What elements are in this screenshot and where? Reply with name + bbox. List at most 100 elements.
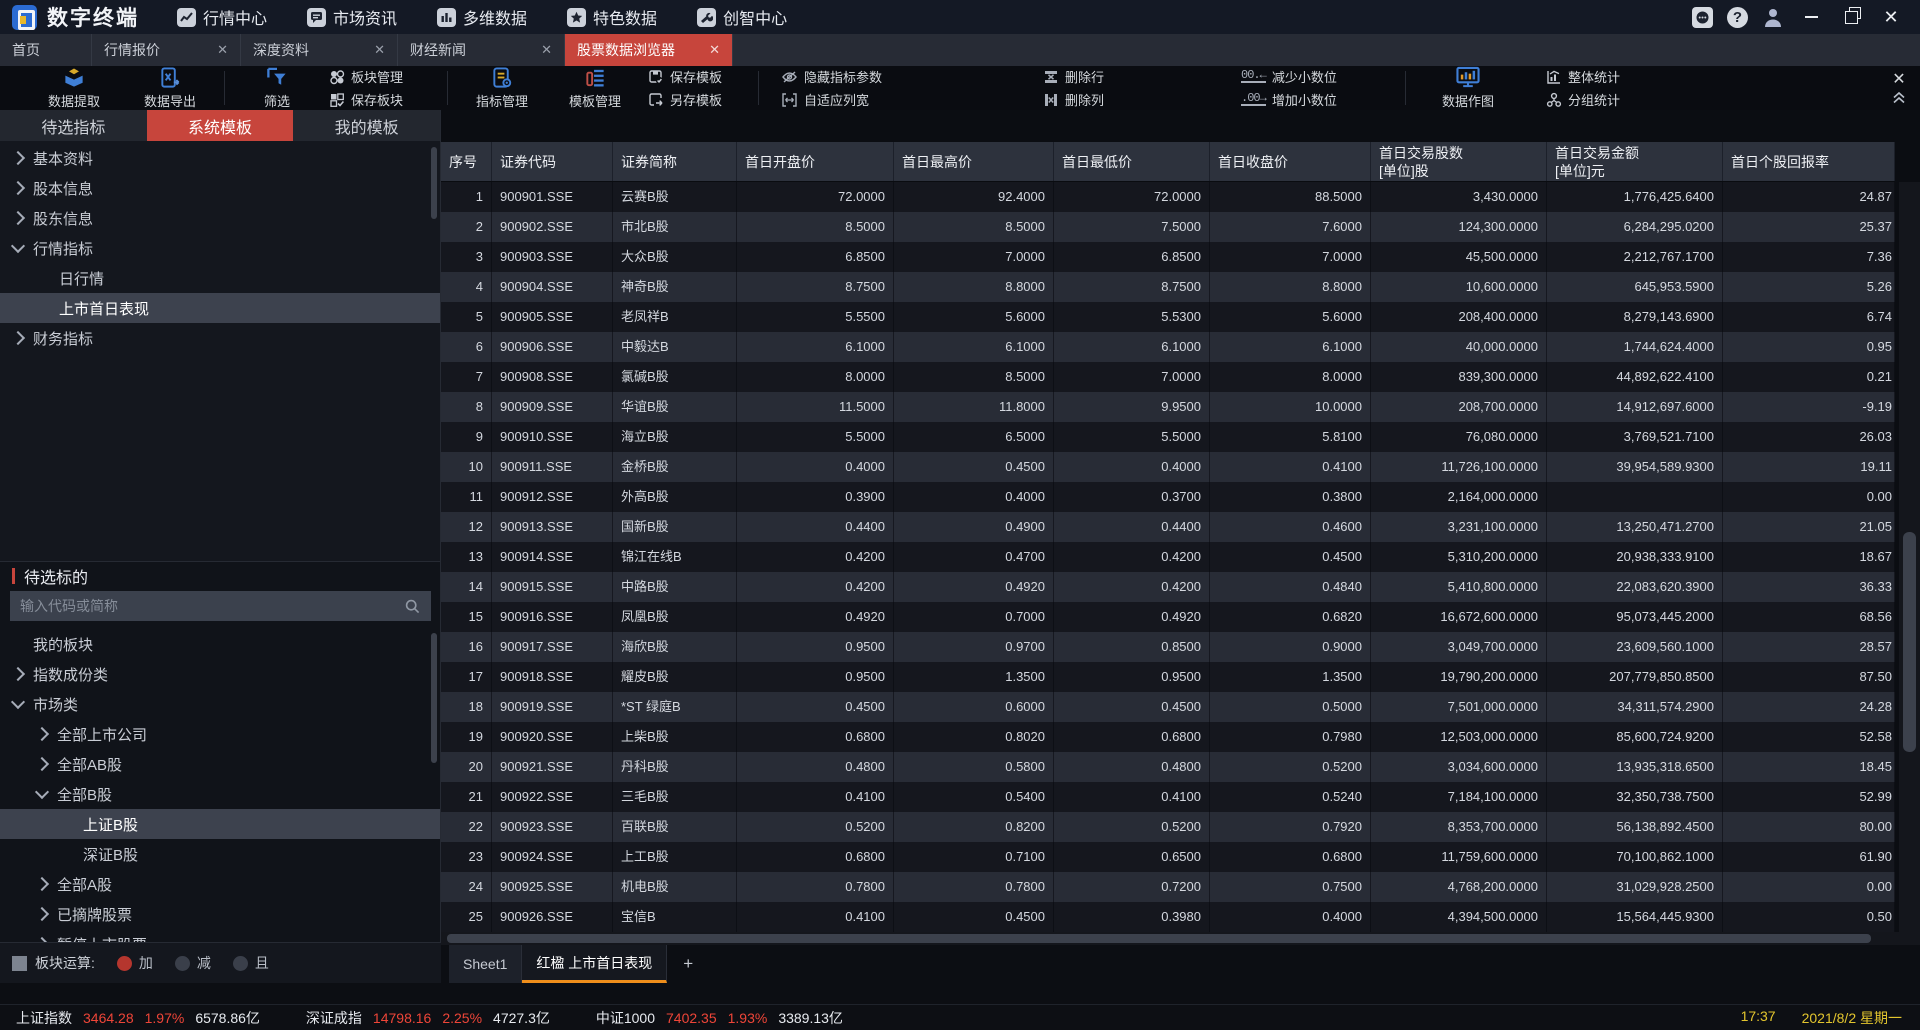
tree-item-shareholders[interactable]: 股东信息 bbox=[0, 203, 440, 233]
tree-item-basic-info[interactable]: 基本资料 bbox=[0, 143, 440, 173]
col-header-volume[interactable]: 首日交易股数[单位]股 bbox=[1371, 142, 1547, 181]
col-header-low[interactable]: 首日最低价 bbox=[1054, 142, 1210, 181]
user-icon[interactable] bbox=[1762, 6, 1784, 28]
vertical-scrollbar[interactable] bbox=[1899, 182, 1920, 932]
menu-special-data[interactable]: 特色数据 bbox=[567, 5, 657, 29]
minimize-button[interactable] bbox=[1798, 6, 1824, 28]
restore-button[interactable] bbox=[1838, 6, 1864, 28]
tree-item-my-sectors[interactable]: 我的板块 bbox=[0, 629, 440, 659]
hide-params-button[interactable]: 隐藏指标参数 bbox=[781, 67, 911, 86]
tree-item-index-constituents[interactable]: 指数成份类 bbox=[0, 659, 440, 689]
data-export-button[interactable]: 数据导出 bbox=[122, 66, 218, 110]
sector-manage-button[interactable]: 板块管理 bbox=[329, 67, 441, 86]
horizontal-scrollbar-thumb[interactable] bbox=[447, 934, 1871, 943]
table-row[interactable]: 22 900923.SSE 百联B股 0.5200 0.8200 0.5200 … bbox=[441, 812, 1895, 842]
tree-item-sse-b-shares[interactable]: 上证B股 bbox=[0, 809, 440, 839]
table-row[interactable]: 8 900909.SSE 华谊B股 11.5000 11.8000 9.9500… bbox=[441, 392, 1895, 422]
table-row[interactable]: 25 900926.SSE 宝信B 0.4100 0.4500 0.3980 0… bbox=[441, 902, 1895, 932]
table-row[interactable]: 10 900911.SSE 金桥B股 0.4000 0.4500 0.4000 … bbox=[441, 452, 1895, 482]
table-row[interactable]: 1 900901.SSE 云赛B股 72.0000 92.4000 72.000… bbox=[441, 182, 1895, 212]
table-row[interactable]: 24 900925.SSE 机电B股 0.7800 0.7800 0.7200 … bbox=[441, 872, 1895, 902]
radio-subtract[interactable] bbox=[175, 956, 190, 971]
menu-market-info[interactable]: 市场资讯 bbox=[307, 5, 397, 29]
tree-item-all-a-shares[interactable]: 全部A股 bbox=[0, 869, 440, 899]
save-sector-button[interactable]: 保存板块 bbox=[329, 90, 441, 109]
sheet-tab-sheet1[interactable]: Sheet1 bbox=[449, 945, 522, 983]
col-header-close[interactable]: 首日收盘价 bbox=[1210, 142, 1371, 181]
add-sheet-button[interactable]: + bbox=[667, 945, 709, 983]
col-header-high[interactable]: 首日最高价 bbox=[894, 142, 1054, 181]
table-row[interactable]: 3 900903.SSE 大众B股 6.8500 7.0000 6.8500 7… bbox=[441, 242, 1895, 272]
tree-item-financial-indicators[interactable]: 财务指标 bbox=[0, 323, 440, 353]
search-icon[interactable] bbox=[405, 599, 420, 614]
indicator-manage-button[interactable]: 指标管理 bbox=[454, 66, 550, 110]
close-panel-button[interactable]: ✕ bbox=[1892, 73, 1905, 87]
close-tab-icon[interactable]: ✕ bbox=[217, 42, 228, 58]
filter-button[interactable]: 筛选 bbox=[231, 66, 323, 110]
table-row[interactable]: 7 900908.SSE 氯碱B股 8.0000 8.5000 7.0000 8… bbox=[441, 362, 1895, 392]
tab-quotes[interactable]: 行情报价 ✕ bbox=[92, 34, 241, 66]
table-row[interactable]: 2 900902.SSE 市北B股 8.5000 8.5000 7.5000 7… bbox=[441, 212, 1895, 242]
plot-data-button[interactable]: 数据作图 bbox=[1418, 66, 1518, 110]
index-ticker-sse[interactable]: 上证指数 3464.28 1.97% 6578.86亿 bbox=[16, 1008, 260, 1028]
tree-item-market-class[interactable]: 市场类 bbox=[0, 689, 440, 719]
delete-col-button[interactable]: 删除列 bbox=[1043, 90, 1139, 109]
close-window-button[interactable]: ✕ bbox=[1878, 6, 1904, 28]
tab-finance-news[interactable]: 财经新闻 ✕ bbox=[398, 34, 565, 66]
table-row[interactable]: 11 900912.SSE 外高B股 0.3900 0.4000 0.3700 … bbox=[441, 482, 1895, 512]
tab-depth-info[interactable]: 深度资料 ✕ bbox=[241, 34, 398, 66]
tree-item-first-day-performance[interactable]: 上市首日表现 bbox=[0, 293, 440, 323]
close-tab-icon[interactable]: ✕ bbox=[541, 42, 552, 58]
menu-ai-center[interactable]: 创智中心 bbox=[697, 5, 787, 29]
decrease-decimal-button[interactable]: 00.← 减少小数位 bbox=[1241, 67, 1363, 86]
saveas-template-button[interactable]: 另存模板 bbox=[648, 90, 744, 109]
table-row[interactable]: 20 900921.SSE 丹科B股 0.4800 0.5800 0.4800 … bbox=[441, 752, 1895, 782]
table-row[interactable]: 19 900920.SSE 上柴B股 0.6800 0.8020 0.6800 … bbox=[441, 722, 1895, 752]
col-header-amount[interactable]: 首日交易金额[单位]元 bbox=[1547, 142, 1723, 181]
table-row[interactable]: 17 900918.SSE 耀皮B股 0.9500 1.3500 0.9500 … bbox=[441, 662, 1895, 692]
template-manage-button[interactable]: 模板管理 bbox=[550, 66, 640, 110]
search-input[interactable] bbox=[10, 591, 431, 621]
tree-item-quote-indicators[interactable]: 行情指标 bbox=[0, 233, 440, 263]
tab-stock-data-browser[interactable]: 股票数据浏览器 ✕ bbox=[565, 34, 733, 66]
radio-and[interactable] bbox=[233, 956, 248, 971]
message-center-icon[interactable] bbox=[1692, 7, 1713, 28]
overall-stats-button[interactable]: 整体统计 bbox=[1546, 67, 1666, 86]
table-row[interactable]: 6 900906.SSE 中毅达B 6.1000 6.1000 6.1000 6… bbox=[441, 332, 1895, 362]
menu-multi-data[interactable]: 多维数据 bbox=[437, 5, 527, 29]
tree1-scrollbar[interactable] bbox=[431, 147, 437, 219]
collapse-toolbar-button[interactable] bbox=[1892, 91, 1906, 104]
increase-decimal-button[interactable]: .00→ 增加小数位 bbox=[1241, 90, 1363, 109]
table-row[interactable]: 13 900914.SSE 锦江在线B 0.4200 0.4700 0.4200… bbox=[441, 542, 1895, 572]
table-row[interactable]: 9 900910.SSE 海立B股 5.5000 6.5000 5.5000 5… bbox=[441, 422, 1895, 452]
vertical-scrollbar-thumb[interactable] bbox=[1903, 532, 1916, 752]
radio-add[interactable] bbox=[117, 956, 132, 971]
tree2-scrollbar[interactable] bbox=[431, 633, 437, 763]
sector-operation-checkbox[interactable] bbox=[12, 956, 27, 971]
table-row[interactable]: 12 900913.SSE 国新B股 0.4400 0.4900 0.4400 … bbox=[441, 512, 1895, 542]
col-header-name[interactable]: 证券简称 bbox=[613, 142, 737, 181]
table-row[interactable]: 15 900916.SSE 凤凰B股 0.4920 0.7000 0.4920 … bbox=[441, 602, 1895, 632]
tree-item-daily-quote[interactable]: 日行情 bbox=[0, 263, 440, 293]
index-ticker-csi1000[interactable]: 中证1000 7402.35 1.93% 3389.13亿 bbox=[596, 1008, 843, 1028]
table-row[interactable]: 16 900917.SSE 海欣B股 0.9500 0.9700 0.8500 … bbox=[441, 632, 1895, 662]
tab-system-templates[interactable]: 系统模板 bbox=[147, 110, 294, 141]
col-header-index[interactable]: 序号 bbox=[441, 142, 492, 181]
tab-my-templates[interactable]: 我的模板 bbox=[293, 110, 440, 141]
table-row[interactable]: 14 900915.SSE 中路B股 0.4200 0.4920 0.4200 … bbox=[441, 572, 1895, 602]
help-icon[interactable]: ? bbox=[1727, 7, 1748, 28]
tab-home[interactable]: 首页 bbox=[0, 34, 92, 66]
tree-item-szse-b-shares[interactable]: 深证B股 bbox=[0, 839, 440, 869]
close-tab-icon[interactable]: ✕ bbox=[374, 42, 385, 58]
table-row[interactable]: 5 900905.SSE 老凤祥B 5.5500 5.6000 5.5300 5… bbox=[441, 302, 1895, 332]
menu-market-center[interactable]: 行情中心 bbox=[177, 5, 267, 29]
data-extract-button[interactable]: 数据提取 bbox=[26, 66, 122, 110]
delete-row-button[interactable]: 删除行 bbox=[1043, 67, 1139, 86]
tree-item-share-capital[interactable]: 股本信息 bbox=[0, 173, 440, 203]
save-template-button[interactable]: 保存模板 bbox=[648, 67, 744, 86]
col-header-code[interactable]: 证券代码 bbox=[492, 142, 613, 181]
col-header-open[interactable]: 首日开盘价 bbox=[737, 142, 894, 181]
table-row[interactable]: 23 900924.SSE 上工B股 0.6800 0.7100 0.6500 … bbox=[441, 842, 1895, 872]
col-header-return[interactable]: 首日个股回报率 bbox=[1723, 142, 1895, 181]
autofit-width-button[interactable]: 自适应列宽 bbox=[781, 90, 911, 109]
